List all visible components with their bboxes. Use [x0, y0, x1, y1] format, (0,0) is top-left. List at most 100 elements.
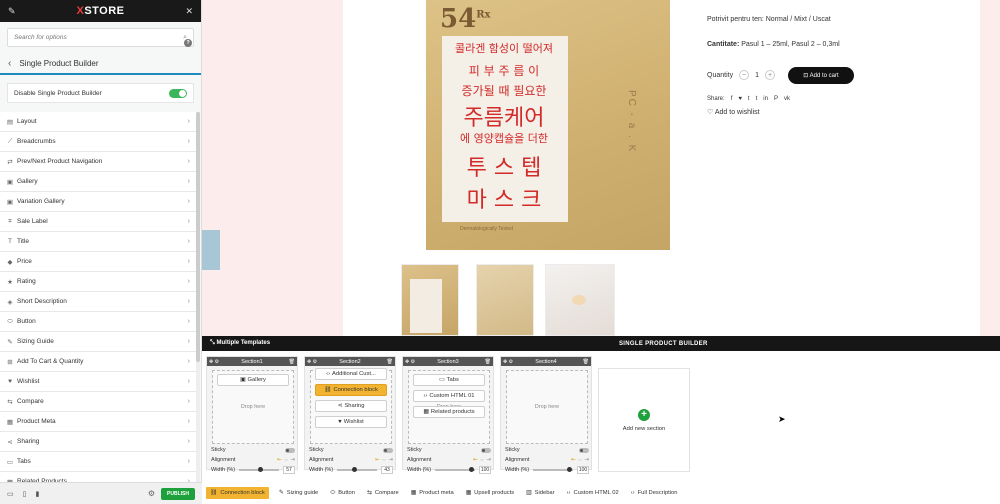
- element-chip[interactable]: ▥ Sidebar: [524, 487, 556, 499]
- trash-icon[interactable]: 🗑: [289, 359, 295, 365]
- multiple-templates-button[interactable]: ⤡ Multiple Templates: [210, 340, 270, 347]
- sidebar-item-wishlist[interactable]: ♥ Wishlist ›: [0, 372, 196, 392]
- element-chip[interactable]: ✎ Sizing guide: [277, 487, 320, 499]
- builder-section[interactable]: ✥ ⚙ Section1 🗑 Drop here ▣ Gallery Sticky Align…: [206, 356, 298, 474]
- slider-handle[interactable]: [469, 467, 475, 472]
- width-slider[interactable]: [337, 467, 377, 472]
- sidebar-item-price[interactable]: ◆ Price ›: [0, 252, 196, 272]
- sidebar-item-layout[interactable]: ▤ Layout ›: [0, 112, 196, 132]
- pin-icon[interactable]: ✎: [8, 6, 16, 17]
- drop-zone[interactable]: Drop here: [506, 370, 588, 444]
- sidebar-item-variation-gallery[interactable]: ▣ Variation Gallery ›: [0, 192, 196, 212]
- section-header[interactable]: ✥ ⚙ Section4 🗑: [501, 357, 591, 366]
- quantity-value[interactable]: 1: [755, 72, 759, 79]
- move-handle-icon[interactable]: ✥ ⚙: [503, 359, 513, 365]
- section-header[interactable]: ✥ ⚙ Section1 🗑: [207, 357, 297, 366]
- width-slider[interactable]: [435, 467, 475, 472]
- slider-handle[interactable]: [351, 467, 357, 472]
- disable-builder-toggle[interactable]: [169, 88, 187, 98]
- tumblr-icon[interactable]: t: [756, 96, 758, 102]
- builder-block[interactable]: ‹› Custom HTML 01: [413, 390, 485, 402]
- sidebar-item-short-description[interactable]: ◈ Short Description ›: [0, 292, 196, 312]
- panel-scrollbar[interactable]: [196, 112, 200, 482]
- sidebar-item-add-to-cart-quantity[interactable]: ⊞ Add To Cart & Quantity ›: [0, 352, 196, 372]
- sidebar-item-product-meta[interactable]: ▦ Product Meta ›: [0, 412, 196, 432]
- thumbnail-1[interactable]: [401, 264, 459, 336]
- sidebar-item-title[interactable]: T Title ›: [0, 232, 196, 252]
- sidebar-item-gallery[interactable]: ▣ Gallery ›: [0, 172, 196, 192]
- trash-icon[interactable]: 🗑: [485, 359, 491, 365]
- add-to-cart-button[interactable]: ⊡ Add to cart: [788, 67, 854, 84]
- main-product-image[interactable]: 54Rx 콜라겐 함성이 떨어져 피 부 주 름 이 증가될 때 필요한 주름케어 에 …: [426, 0, 670, 250]
- section-header[interactable]: ✥ ⚙ Section3 🗑: [403, 357, 493, 366]
- trash-icon[interactable]: 🗑: [387, 359, 393, 365]
- builder-block[interactable]: ♥ Wishlist: [315, 416, 387, 428]
- back-arrow-icon[interactable]: ‹: [8, 58, 11, 69]
- slider-handle[interactable]: [567, 467, 573, 472]
- alignment-icons[interactable]: ⇤ ⇔ ⇥: [277, 457, 295, 463]
- quantity-plus-button[interactable]: +: [764, 70, 775, 80]
- sidebar-item-prev-next-product-navigation[interactable]: ⇄ Prev/Next Product Navigation ›: [0, 152, 196, 172]
- vk-icon[interactable]: vk: [784, 96, 790, 102]
- builder-block[interactable]: ⛓ Connection block: [315, 384, 387, 396]
- sticky-toggle[interactable]: [579, 447, 589, 453]
- builder-section[interactable]: ✥ ⚙ Section4 🗑 Drop here Sticky Alignment ⇤ ⇔ …: [500, 356, 592, 474]
- element-chip[interactable]: ⬭ Button: [328, 487, 357, 499]
- move-handle-icon[interactable]: ✥ ⚙: [405, 359, 415, 365]
- mobile-preview-icon[interactable]: ▮: [35, 490, 39, 498]
- sidebar-item-button[interactable]: ⬭ Button ›: [0, 312, 196, 332]
- sidebar-item-related-products[interactable]: ▦ Related Products ›: [0, 472, 196, 482]
- sidebar-item-sizing-guide[interactable]: ✎ Sizing Guide ›: [0, 332, 196, 352]
- search-field[interactable]: ⌕: [7, 28, 194, 47]
- facebook-icon[interactable]: f: [731, 96, 733, 102]
- search-input[interactable]: [14, 34, 164, 41]
- builder-section[interactable]: ✥ ⚙ Section2 🗑 ‹› Additional Cust... ⛓ Connect…: [304, 356, 396, 474]
- move-handle-icon[interactable]: ✥ ⚙: [209, 359, 219, 365]
- alignment-icons[interactable]: ⇤ ⇔ ⇥: [571, 457, 589, 463]
- sticky-toggle[interactable]: [285, 447, 295, 453]
- twitter-icon[interactable]: t: [748, 96, 750, 102]
- element-chip[interactable]: ▦ Product meta: [409, 487, 456, 499]
- pinterest-icon[interactable]: P: [774, 96, 778, 102]
- desktop-preview-icon[interactable]: ▭: [7, 490, 14, 498]
- sidebar-item-compare[interactable]: ⇆ Compare ›: [0, 392, 196, 412]
- sidebar-item-tabs[interactable]: ▭ Tabs ›: [0, 452, 196, 472]
- thumbnail-2[interactable]: [476, 264, 534, 336]
- quantity-minus-button[interactable]: −: [739, 70, 750, 80]
- thumbnail-3[interactable]: [545, 264, 615, 336]
- tablet-preview-icon[interactable]: ▯: [23, 490, 27, 498]
- builder-block[interactable]: ▣ Gallery: [217, 374, 289, 386]
- element-chip[interactable]: ‹› Full Description: [629, 487, 680, 499]
- sidebar-item-sale-label[interactable]: ⌗ Sale Label ›: [0, 212, 196, 232]
- sticky-toggle[interactable]: [481, 447, 491, 453]
- width-value[interactable]: 43: [381, 466, 393, 474]
- sticky-toggle[interactable]: [383, 447, 393, 453]
- publish-button[interactable]: PUBLISH: [161, 487, 195, 500]
- sidebar-item-breadcrumbs[interactable]: ⟋ Breadcrumbs ›: [0, 132, 196, 152]
- width-value[interactable]: 100: [479, 466, 491, 474]
- scrollbar-thumb[interactable]: [196, 112, 200, 362]
- heart-icon[interactable]: ♥: [738, 96, 742, 102]
- builder-block[interactable]: ▭ Tabs: [413, 374, 485, 386]
- builder-block[interactable]: ‹› Additional Cust...: [315, 368, 387, 380]
- wishlist-link[interactable]: ♡ Add to wishlist: [707, 108, 760, 116]
- sidebar-item-sharing[interactable]: ⋖ Sharing ›: [0, 432, 196, 452]
- width-slider[interactable]: [533, 467, 573, 472]
- width-value[interactable]: 57: [283, 466, 295, 474]
- width-value[interactable]: 100: [577, 466, 589, 474]
- element-chip[interactable]: ⛓ Connection block: [206, 487, 269, 499]
- gear-icon[interactable]: ⚙: [148, 489, 155, 498]
- move-handle-icon[interactable]: ✥ ⚙: [307, 359, 317, 365]
- builder-section[interactable]: ✥ ⚙Section3🗑Drop here▭Tabs‹›Custom HTML …: [402, 356, 494, 474]
- builder-block[interactable]: ⋖ Sharing: [315, 400, 387, 412]
- slider-handle[interactable]: [258, 467, 264, 472]
- element-chip[interactable]: ▦ Upsell products: [464, 487, 516, 499]
- sidebar-item-rating[interactable]: ★ Rating ›: [0, 272, 196, 292]
- builder-block[interactable]: ▦ Related products: [413, 406, 485, 418]
- close-icon[interactable]: ✕: [185, 6, 193, 17]
- alignment-icons[interactable]: ⇤ ⇔ ⇥: [375, 457, 393, 463]
- linkedin-icon[interactable]: in: [763, 96, 768, 102]
- add-new-section[interactable]: + Add new section: [598, 368, 690, 472]
- section-header[interactable]: ✥ ⚙ Section2 🗑: [305, 357, 395, 366]
- width-slider[interactable]: [239, 467, 279, 472]
